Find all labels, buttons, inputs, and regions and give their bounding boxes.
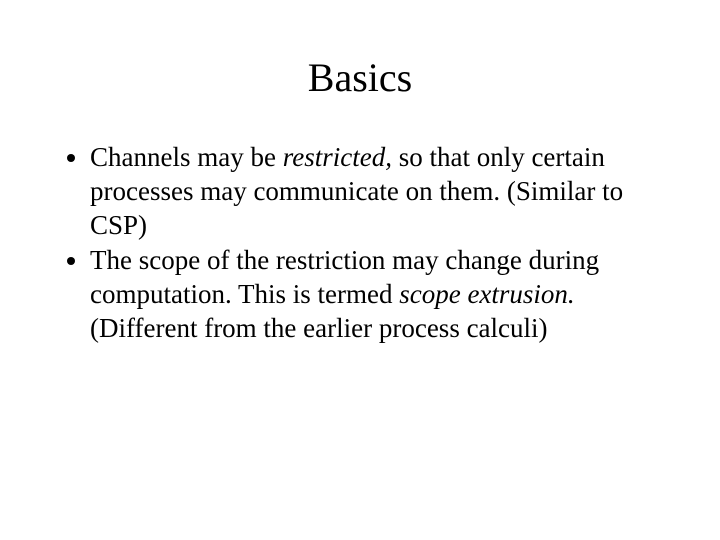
bullet-text: (Different from the earlier process calc… <box>90 313 548 343</box>
bullet-text: Channels may be <box>90 142 283 172</box>
bullet-emphasis: scope extrusion. <box>399 279 574 309</box>
list-item: The scope of the restriction may change … <box>90 244 666 345</box>
bullet-list: Channels may be restricted, so that only… <box>54 141 666 346</box>
list-item: Channels may be restricted, so that only… <box>90 141 666 242</box>
slide: Basics Channels may be restricted, so th… <box>0 0 720 540</box>
slide-title: Basics <box>54 54 666 101</box>
bullet-emphasis: restricted, <box>283 142 392 172</box>
